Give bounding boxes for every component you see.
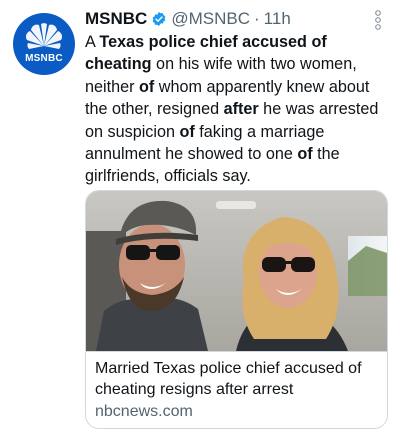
verified-badge-icon xyxy=(153,12,166,26)
card-image[interactable] xyxy=(86,191,387,351)
card-info[interactable]: Married Texas police chief accused of ch… xyxy=(86,351,387,428)
tweet-text-part: of xyxy=(179,122,195,141)
avatar-label: MSNBC xyxy=(25,53,63,64)
card-domain[interactable]: nbcnews.com xyxy=(95,402,193,422)
avatar[interactable]: MSNBC xyxy=(13,13,75,75)
tweet-header: MSNBC @MSNBC · 11h xyxy=(85,8,291,30)
link-card[interactable]: Married Texas police chief accused of ch… xyxy=(85,190,388,429)
separator: · xyxy=(254,9,260,28)
card-title[interactable]: Married Texas police chief accused of ch… xyxy=(95,359,383,400)
tweet-text-part: after xyxy=(223,100,259,119)
tweet-text-part: of xyxy=(139,77,155,96)
handle[interactable]: @MSNBC xyxy=(171,9,250,29)
tweet-text-part: of xyxy=(297,145,313,164)
nbc-peacock-icon xyxy=(25,23,63,49)
couple-photo xyxy=(86,191,387,351)
tweet-text-part: A xyxy=(85,33,100,51)
tweet[interactable]: MSNBC MSNBC @MSNBC · 11h A Texas police … xyxy=(0,0,400,434)
display-name[interactable]: MSNBC xyxy=(85,9,147,29)
more-options-icon[interactable] xyxy=(371,9,385,31)
tweet-text: A Texas police chief accused of cheating… xyxy=(85,31,395,188)
timestamp[interactable]: 11h xyxy=(264,9,291,29)
